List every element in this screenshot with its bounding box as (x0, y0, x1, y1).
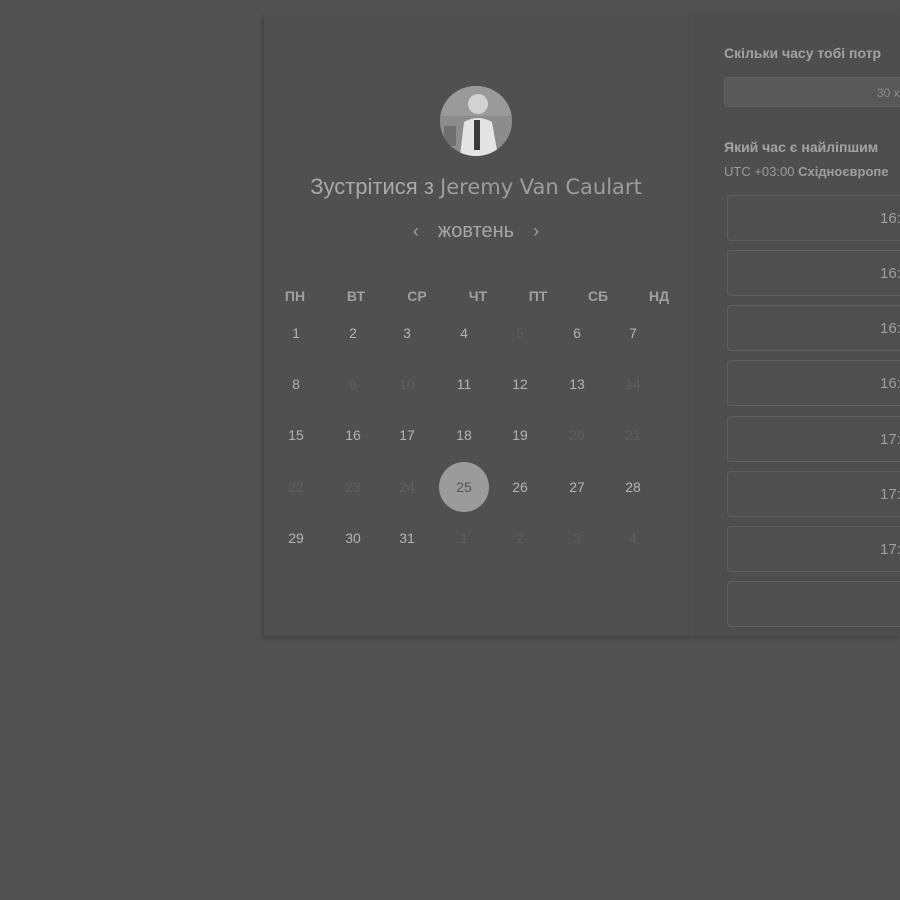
time-slot-label: 17: (880, 431, 900, 448)
time-slot-button[interactable]: 17: (727, 471, 900, 517)
duration-question: Скільки часу тобі потр (724, 45, 882, 61)
calendar-day[interactable]: 27 (552, 462, 602, 512)
timezone-offset: UTC +03:00 (724, 164, 795, 179)
calendar-day: 20 (569, 427, 585, 443)
title-prefix: Зустрітися з (310, 174, 434, 199)
calendar-panel: Зустрітися з Jeremy Van Caulart ‹ жовтен… (264, 14, 688, 636)
calendar-day: 24 (399, 479, 415, 495)
calendar-day[interactable]: 2 (328, 308, 378, 358)
calendar-day: 21 (625, 427, 641, 443)
month-navigation: ‹ жовтень › (264, 218, 688, 244)
calendar-day[interactable]: 6 (552, 308, 602, 358)
time-slot-label: 16: (880, 320, 900, 337)
calendar-day[interactable]: 18 (439, 410, 489, 460)
calendar-day: 5 (516, 325, 524, 341)
calendar-day[interactable]: 13 (552, 359, 602, 409)
weekday-label: СБ (587, 288, 609, 304)
weekday-label: СР (407, 288, 427, 304)
calendar-day[interactable]: 15 (271, 410, 321, 460)
weekday-label: ЧТ (468, 288, 488, 304)
chevron-left-icon[interactable]: ‹ (408, 221, 424, 242)
time-slot-label: 16: (880, 210, 900, 227)
calendar-day[interactable]: 12 (495, 359, 545, 409)
booking-panel: Скільки часу тобі потр 30 х Який час є н… (688, 14, 900, 636)
calendar-day: 9 (349, 376, 357, 392)
calendar-day: 10 (399, 376, 415, 392)
calendar-day[interactable]: 7 (608, 308, 658, 358)
calendar-day[interactable]: 3 (382, 308, 432, 358)
calendar-day[interactable]: 19 (495, 410, 545, 460)
calendar-day[interactable]: 16 (328, 410, 378, 460)
calendar-day[interactable]: 8 (271, 359, 321, 409)
time-question: Який час є найліпшим (724, 139, 879, 155)
calendar-day[interactable]: 28 (608, 462, 658, 512)
timezone-info: UTC +03:00 Східноєвропе (724, 164, 889, 179)
calendar-day: 23 (345, 479, 361, 495)
calendar-day-selected[interactable]: 25 (439, 462, 489, 512)
time-slot-button[interactable]: 17: (727, 416, 900, 462)
calendar-day: 3 (573, 530, 581, 546)
time-slot-button[interactable] (727, 581, 900, 627)
time-slot-button[interactable]: 16: (727, 195, 900, 241)
calendar-day[interactable]: 4 (439, 308, 489, 358)
calendar-day: 22 (288, 479, 304, 495)
time-slot-label: 17: (880, 486, 900, 503)
time-slot-label: 16: (880, 265, 900, 282)
calendar-day[interactable]: 17 (382, 410, 432, 460)
host-photo (440, 86, 512, 156)
calendar-day[interactable]: 31 (382, 513, 432, 563)
avatar (440, 86, 512, 156)
time-slot-button[interactable]: 17: (727, 526, 900, 572)
duration-select[interactable]: 30 х (724, 77, 900, 107)
weekday-label: НД (648, 288, 670, 304)
time-slot-label: 17: (880, 541, 900, 558)
time-slot-button[interactable]: 16: (727, 250, 900, 296)
month-label: жовтень (437, 219, 515, 242)
duration-value: 30 х (877, 86, 900, 100)
weekday-label: ПТ (528, 288, 548, 304)
scheduling-card: Зустрітися з Jeremy Van Caulart ‹ жовтен… (264, 14, 900, 636)
calendar-day[interactable]: 1 (271, 308, 321, 358)
calendar-day: 4 (629, 530, 637, 546)
calendar-day[interactable]: 29 (271, 513, 321, 563)
calendar-day: 2 (516, 530, 524, 546)
calendar-day[interactable]: 26 (495, 462, 545, 512)
time-slot-button[interactable]: 16: (727, 360, 900, 406)
time-slot-label: 16: (880, 375, 900, 392)
weekday-label: ВТ (346, 288, 366, 304)
timezone-name: Східноєвропе (798, 164, 889, 179)
calendar-day: 14 (625, 376, 641, 392)
calendar-day: 1 (460, 530, 468, 546)
calendar-day[interactable]: 30 (328, 513, 378, 563)
calendar-day[interactable]: 11 (439, 359, 489, 409)
page-title: Зустрітися з Jeremy Van Caulart (264, 174, 688, 200)
chevron-right-icon[interactable]: › (528, 221, 544, 242)
time-slot-button[interactable]: 16: (727, 305, 900, 351)
host-name: Jeremy Van Caulart (440, 175, 642, 199)
weekday-label: ПН (284, 288, 306, 304)
